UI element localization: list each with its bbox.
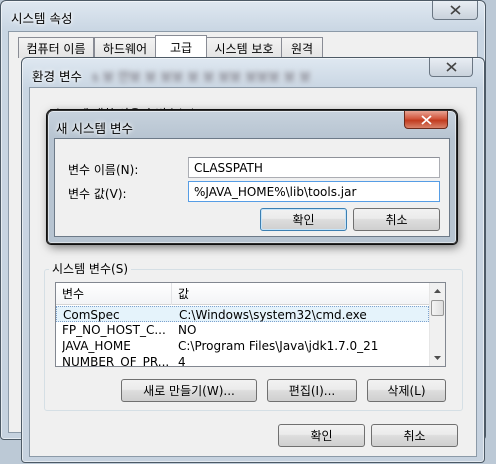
row-value: C:\Windows\system32\cmd.exe	[179, 308, 367, 322]
cancel-button[interactable]: 취소	[371, 424, 458, 447]
scroll-up-arrow[interactable]	[430, 283, 445, 299]
tab-hardware[interactable]: 하드웨어	[94, 37, 156, 58]
new-system-variable-client: 변수 이름(N): 변수 값(V): 확인 취소	[54, 138, 450, 237]
scroll-thumb[interactable]	[431, 300, 444, 316]
ok-button[interactable]: 확인	[260, 208, 347, 231]
table-row[interactable]: FP_NO_HOST_C... NO	[56, 322, 429, 338]
list-header: 변수 값	[56, 283, 429, 305]
tab-system-protection[interactable]: 시스템 보호	[206, 37, 282, 58]
variable-name-field[interactable]	[188, 157, 440, 178]
system-variables-list[interactable]: 변수 값 ComSpec C:\Windows\system32\cmd.exe…	[55, 282, 446, 367]
row-value: NO	[178, 323, 197, 337]
chevron-up-icon	[434, 289, 441, 293]
row-value: 4	[178, 355, 186, 367]
new-system-variable-close-button[interactable]	[404, 111, 448, 129]
close-icon	[449, 5, 461, 15]
environment-variables-title: 환경 변수 s 보 안보 보 보보 보 보 보보 보보보 보 보	[32, 69, 311, 84]
row-value: C:\Program Files\Java\jdk1.7.0_21	[178, 339, 379, 353]
table-row[interactable]: NUMBER_OF_PR... 4	[56, 354, 429, 367]
system-variables-label: 시스템 변수(S)	[49, 260, 131, 277]
variable-value-field[interactable]	[188, 181, 440, 202]
new-system-variable-button[interactable]: 새로 만들기(W)...	[121, 379, 257, 402]
scroll-down-arrow[interactable]	[430, 350, 445, 366]
close-icon	[445, 62, 457, 72]
edit-system-variable-button[interactable]: 편집(I)...	[267, 379, 357, 402]
chevron-down-icon	[434, 356, 441, 360]
variable-value-label: 변수 값(V):	[68, 187, 127, 201]
vertical-scrollbar[interactable]	[429, 283, 445, 366]
cancel-button[interactable]: 취소	[353, 208, 440, 231]
new-system-variable-title: 새 시스템 변수	[56, 121, 133, 136]
close-icon	[420, 114, 432, 125]
tab-computer-name[interactable]: 컴퓨터 이름	[18, 37, 94, 58]
ok-button[interactable]: 확인	[278, 424, 365, 447]
delete-system-variable-button[interactable]: 삭제(L)	[367, 379, 446, 402]
column-header-value[interactable]: 값	[172, 283, 429, 305]
table-row[interactable]: ComSpec C:\Windows\system32\cmd.exe	[56, 306, 429, 322]
column-header-name[interactable]: 변수	[56, 283, 172, 305]
table-row[interactable]: JAVA_HOME C:\Program Files\Java\jdk1.7.0…	[56, 338, 429, 354]
row-name: ComSpec	[63, 308, 120, 322]
system-properties-title: 시스템 속성	[11, 11, 73, 26]
new-system-variable-dialog: 새 시스템 변수 변수 이름(N): 변수 값(V): 확인 취소	[47, 110, 457, 244]
row-name: JAVA_HOME	[62, 339, 131, 353]
variable-name-label: 변수 이름(N):	[68, 163, 139, 177]
tab-remote[interactable]: 원격	[281, 37, 323, 58]
row-name: FP_NO_HOST_C...	[62, 323, 166, 337]
tab-advanced[interactable]: 고급	[155, 35, 207, 59]
environment-variables-close-button[interactable]	[429, 58, 473, 77]
row-name: NUMBER_OF_PR...	[62, 355, 170, 367]
system-properties-close-button[interactable]	[432, 1, 478, 20]
